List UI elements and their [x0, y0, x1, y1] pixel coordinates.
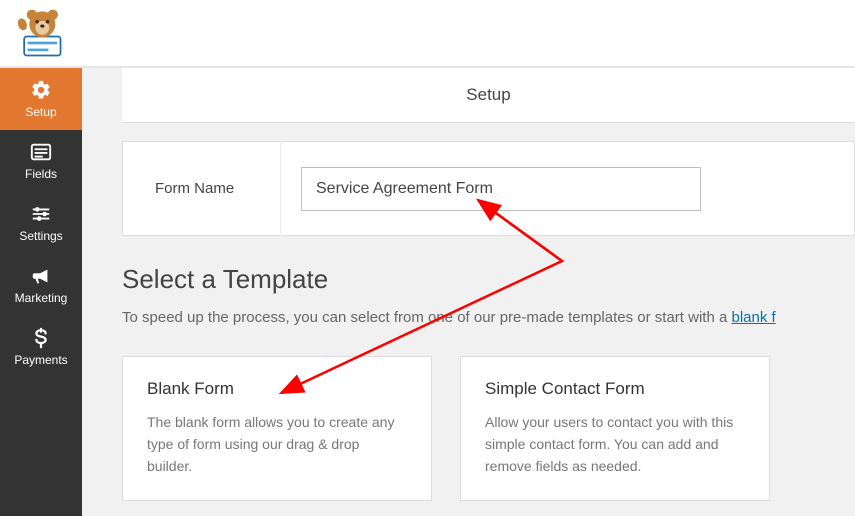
- select-template-heading: Select a Template: [122, 264, 855, 295]
- page-title: Setup: [466, 85, 510, 105]
- form-name-label: Form Name: [155, 141, 281, 236]
- select-template-description: To speed up the process, you can select …: [122, 307, 855, 330]
- form-name-input[interactable]: [301, 167, 701, 211]
- sidebar-item-fields[interactable]: Fields: [0, 130, 82, 192]
- bullhorn-icon: [30, 265, 52, 287]
- sidebar-item-label: Marketing: [15, 291, 68, 305]
- gear-icon: [30, 79, 52, 101]
- sidebar-item-label: Payments: [14, 353, 67, 367]
- template-card-desc: The blank form allows you to create any …: [147, 411, 407, 478]
- sidebar-item-setup[interactable]: Setup: [0, 68, 82, 130]
- template-card-desc: Allow your users to contact you with thi…: [485, 411, 745, 478]
- template-card-title: Blank Form: [147, 379, 407, 399]
- list-icon: [30, 141, 52, 163]
- main-header: Setup: [122, 68, 855, 123]
- sidebar-item-settings[interactable]: Settings: [0, 192, 82, 254]
- template-card-title: Simple Contact Form: [485, 379, 745, 399]
- sidebar-item-label: Fields: [25, 167, 57, 181]
- app-logo: [10, 7, 66, 59]
- form-name-panel: Form Name: [122, 141, 855, 236]
- sliders-icon: [30, 203, 52, 225]
- select-template-section: Select a Template To speed up the proces…: [122, 236, 855, 501]
- main-panel: Setup Form Name Select a Template To spe…: [82, 68, 855, 516]
- sidebar-item-label: Settings: [19, 229, 62, 243]
- dollar-icon: [30, 327, 52, 349]
- top-header: [0, 0, 855, 68]
- sidebar-item-payments[interactable]: Payments: [0, 316, 82, 378]
- template-card-blank[interactable]: Blank Form The blank form allows you to …: [122, 356, 432, 501]
- sidebar: Setup Fields Settings Marketing Payments: [0, 68, 82, 516]
- blank-form-link[interactable]: blank f: [731, 309, 775, 326]
- template-card-simple-contact[interactable]: Simple Contact Form Allow your users to …: [460, 356, 770, 501]
- sidebar-item-marketing[interactable]: Marketing: [0, 254, 82, 316]
- sidebar-item-label: Setup: [25, 105, 56, 119]
